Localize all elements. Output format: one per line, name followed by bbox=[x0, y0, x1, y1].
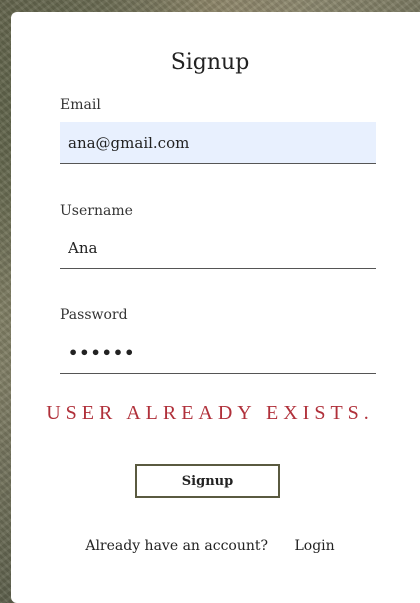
password-label: Password bbox=[60, 307, 128, 323]
signup-card: Signup Email Username Password bbox=[11, 12, 420, 603]
username-label: Username bbox=[60, 203, 133, 219]
signup-button[interactable]: Signup bbox=[135, 464, 280, 498]
page-title: Signup bbox=[170, 50, 250, 75]
footer-text: Already have an account? bbox=[85, 538, 269, 554]
password-field[interactable] bbox=[60, 332, 376, 374]
error-message: USER ALREADY EXISTS. bbox=[46, 402, 374, 424]
email-label: Email bbox=[60, 97, 101, 113]
login-link[interactable]: Login bbox=[294, 538, 334, 554]
footer: Already have an account? Login bbox=[0, 538, 420, 554]
username-field[interactable] bbox=[60, 227, 376, 269]
email-field[interactable] bbox=[60, 122, 376, 164]
